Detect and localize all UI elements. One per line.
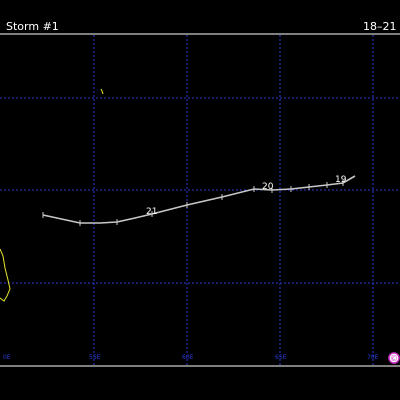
longitude-labels: 0E 55E 60E 65E 70E: [3, 354, 379, 361]
day-label-20: 20: [262, 182, 274, 192]
logo-glyph: ©: [390, 354, 398, 363]
longitude-gridlines: [93, 35, 374, 366]
lon-label-50e: 0E: [3, 354, 11, 361]
coastline: [0, 88, 104, 302]
coastline-west: [0, 248, 11, 302]
lon-label-55e: 55E: [89, 354, 101, 361]
storm-track-map: 21 20 19 0E 55E 60E 65E 70E ©: [0, 33, 400, 367]
lon-label-65e: 65E: [275, 354, 287, 361]
copyright-logo: ©: [388, 352, 400, 364]
lon-label-70e: 70E: [367, 354, 379, 361]
storm-track: [42, 175, 356, 224]
lon-label-60e: 60E: [182, 354, 194, 361]
day-label-21: 21: [146, 207, 157, 217]
day-label-19: 19: [335, 175, 347, 185]
latitude-gridlines: [0, 97, 400, 284]
islet: [100, 88, 104, 95]
